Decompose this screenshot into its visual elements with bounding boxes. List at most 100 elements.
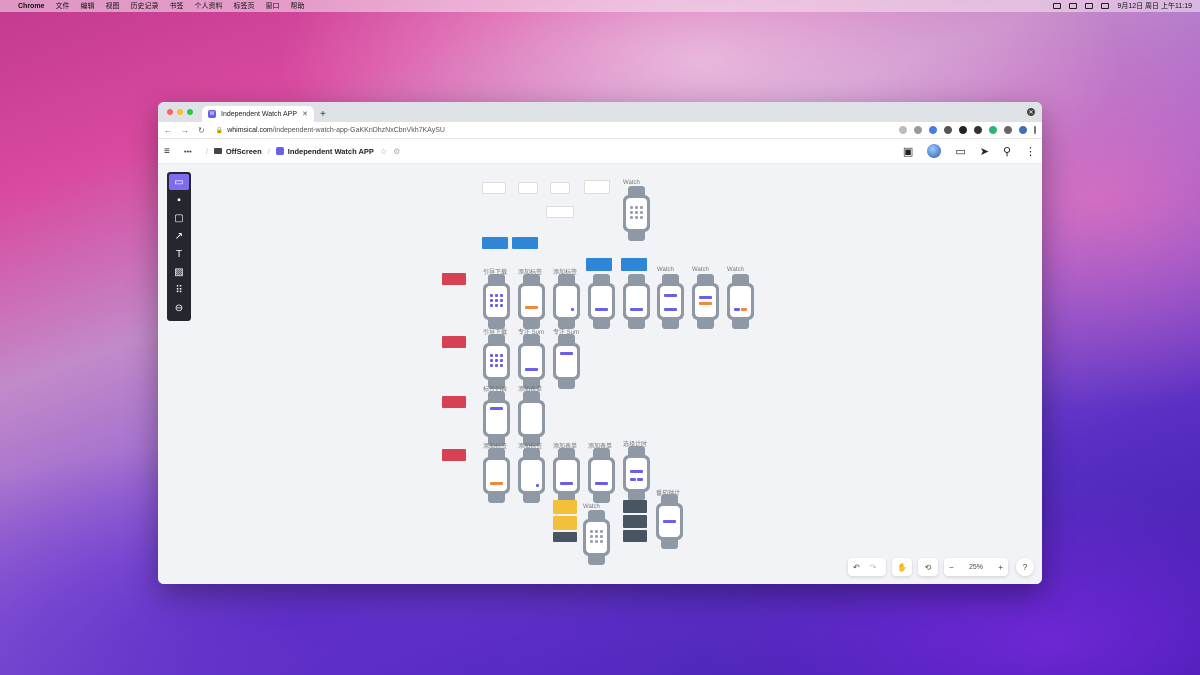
sticky-note-yellow[interactable] — [553, 516, 577, 530]
flow-box[interactable] — [546, 206, 574, 218]
watch-mockup[interactable] — [518, 448, 545, 503]
sticky-note-blue[interactable] — [586, 258, 612, 271]
watch-mockup[interactable] — [623, 274, 650, 329]
sticky-note-blue[interactable] — [482, 237, 508, 249]
breadcrumb-folder[interactable]: OffScreen — [226, 147, 262, 156]
siri-icon[interactable] — [1101, 3, 1110, 9]
hamburger-icon[interactable]: ≡ — [164, 146, 170, 157]
avatar[interactable] — [927, 144, 942, 158]
more-icon[interactable]: ⋮ — [1025, 145, 1036, 158]
menubar-clock[interactable]: 9月12日 周日 上午11:19 — [1117, 1, 1192, 11]
tool-select[interactable]: ▭ — [169, 174, 189, 190]
star-icon[interactable]: ☆ — [380, 147, 387, 156]
sticky-note-red[interactable] — [442, 273, 466, 285]
menu-item-history[interactable]: 历史记录 — [130, 1, 158, 11]
help-button[interactable]: ? — [1016, 558, 1034, 576]
watch-mockup[interactable] — [518, 391, 545, 446]
sticky-note-dark[interactable] — [553, 532, 577, 542]
flow-box[interactable] — [584, 180, 610, 194]
watch-mockup[interactable] — [483, 448, 510, 503]
menu-item-window[interactable]: 窗口 — [265, 1, 279, 11]
watch-mockup[interactable] — [553, 448, 580, 503]
window-close-button[interactable] — [167, 109, 173, 115]
tool-text[interactable]: T — [169, 246, 189, 262]
history-button[interactable]: ⟲ — [918, 558, 938, 576]
tool-frame[interactable]: ▢ — [169, 210, 189, 226]
settings-icon[interactable]: ⚙ — [393, 147, 400, 156]
menu-item-help[interactable]: 帮助 — [290, 1, 304, 11]
wifi-icon[interactable] — [1053, 3, 1062, 9]
tool-link[interactable]: ⊖ — [169, 300, 189, 316]
forward-icon[interactable]: → — [181, 126, 189, 135]
bookmark-star-icon[interactable] — [914, 126, 922, 134]
tool-grid[interactable]: ⠿ — [169, 282, 189, 298]
sticky-note-yellow[interactable] — [553, 500, 577, 514]
watch-mockup[interactable] — [623, 446, 650, 501]
search-icon[interactable]: ⚲ — [1003, 145, 1011, 158]
watch-mockup[interactable] — [588, 274, 615, 329]
more-breadcrumb-button[interactable]: ••• — [184, 147, 192, 156]
sticky-note-dark[interactable] — [623, 530, 647, 542]
menu-item-bookmarks[interactable]: 书签 — [169, 1, 183, 11]
watch-mockup[interactable] — [518, 274, 545, 329]
watch-mockup[interactable] — [692, 274, 719, 329]
menu-item-tabs[interactable]: 标签页 — [233, 1, 254, 11]
flow-box[interactable] — [518, 182, 538, 194]
redo-icon[interactable]: ↷ — [865, 563, 882, 572]
reload-icon[interactable]: ↻ — [198, 126, 205, 135]
undo-icon[interactable]: ↶ — [848, 563, 865, 572]
tab-active[interactable]: W Independent Watch APP ✕ — [202, 106, 314, 122]
extension-icon[interactable] — [959, 126, 967, 134]
extension-icon[interactable] — [944, 126, 952, 134]
sticky-note-dark[interactable] — [623, 515, 647, 528]
profile-avatar[interactable] — [1019, 126, 1027, 134]
extension-icon[interactable] — [929, 126, 937, 134]
watch-mockup[interactable] — [727, 274, 754, 329]
sticky-note-blue[interactable] — [621, 258, 647, 271]
tool-image[interactable]: ▨ — [169, 264, 189, 280]
control-center-icon[interactable] — [1085, 3, 1094, 9]
watch-mockup[interactable] — [623, 186, 650, 241]
flow-box[interactable] — [482, 182, 506, 194]
share-page-icon[interactable] — [899, 126, 907, 134]
sticky-note-dark[interactable] — [623, 500, 647, 513]
extension-icon[interactable] — [974, 126, 982, 134]
sticky-note-red[interactable] — [442, 396, 466, 408]
watch-mockup[interactable] — [483, 274, 510, 329]
battery-icon[interactable] — [1069, 3, 1078, 9]
menu-item-edit[interactable]: 编辑 — [80, 1, 94, 11]
zoom-out-button[interactable]: − — [944, 563, 959, 572]
send-icon[interactable]: ➤ — [980, 145, 989, 158]
flow-box[interactable] — [550, 182, 570, 194]
tool-arrow[interactable]: ↗ — [169, 228, 189, 244]
sticky-note-blue[interactable] — [512, 237, 538, 249]
window-close-x-icon[interactable]: ✕ — [1027, 108, 1035, 116]
address-bar[interactable]: 🔒 whimsical.com/independent-watch-app-Ga… — [216, 127, 445, 134]
back-icon[interactable]: ← — [164, 126, 172, 135]
watch-mockup[interactable] — [553, 334, 580, 389]
sticky-note-red[interactable] — [442, 449, 466, 461]
watch-mockup[interactable] — [483, 334, 510, 389]
zoom-level[interactable]: 25% — [964, 564, 988, 571]
hand-tool-button[interactable]: ✋ — [892, 558, 912, 576]
puzzle-icon[interactable] — [1004, 126, 1012, 134]
watch-mockup[interactable] — [518, 334, 545, 389]
zoom-in-button[interactable]: + — [993, 563, 1008, 572]
share-icon[interactable]: ▣ — [903, 145, 913, 158]
comment-icon[interactable]: ▭ — [955, 145, 965, 158]
extension-icon[interactable] — [989, 126, 997, 134]
menu-item-profile[interactable]: 个人资料 — [194, 1, 222, 11]
watch-mockup[interactable] — [583, 510, 610, 565]
menu-item-view[interactable]: 视图 — [105, 1, 119, 11]
menu-item-file[interactable]: 文件 — [55, 1, 69, 11]
chrome-menu-icon[interactable] — [1034, 126, 1036, 134]
menu-app-name[interactable]: Chrome — [18, 3, 44, 10]
new-tab-button[interactable]: + — [320, 109, 326, 120]
tool-components[interactable]: ▪ — [169, 192, 189, 208]
watch-mockup[interactable] — [553, 274, 580, 329]
watch-mockup[interactable] — [656, 494, 683, 549]
window-minimize-button[interactable] — [177, 109, 183, 115]
whiteboard-canvas[interactable]: ▭ ▪ ▢ ↗ T ▨ ⠿ ⊖ Watch 引导下载 添加标签 添加标签 Wat… — [158, 164, 1042, 584]
watch-mockup[interactable] — [588, 448, 615, 503]
tab-close-icon[interactable]: ✕ — [302, 110, 308, 118]
